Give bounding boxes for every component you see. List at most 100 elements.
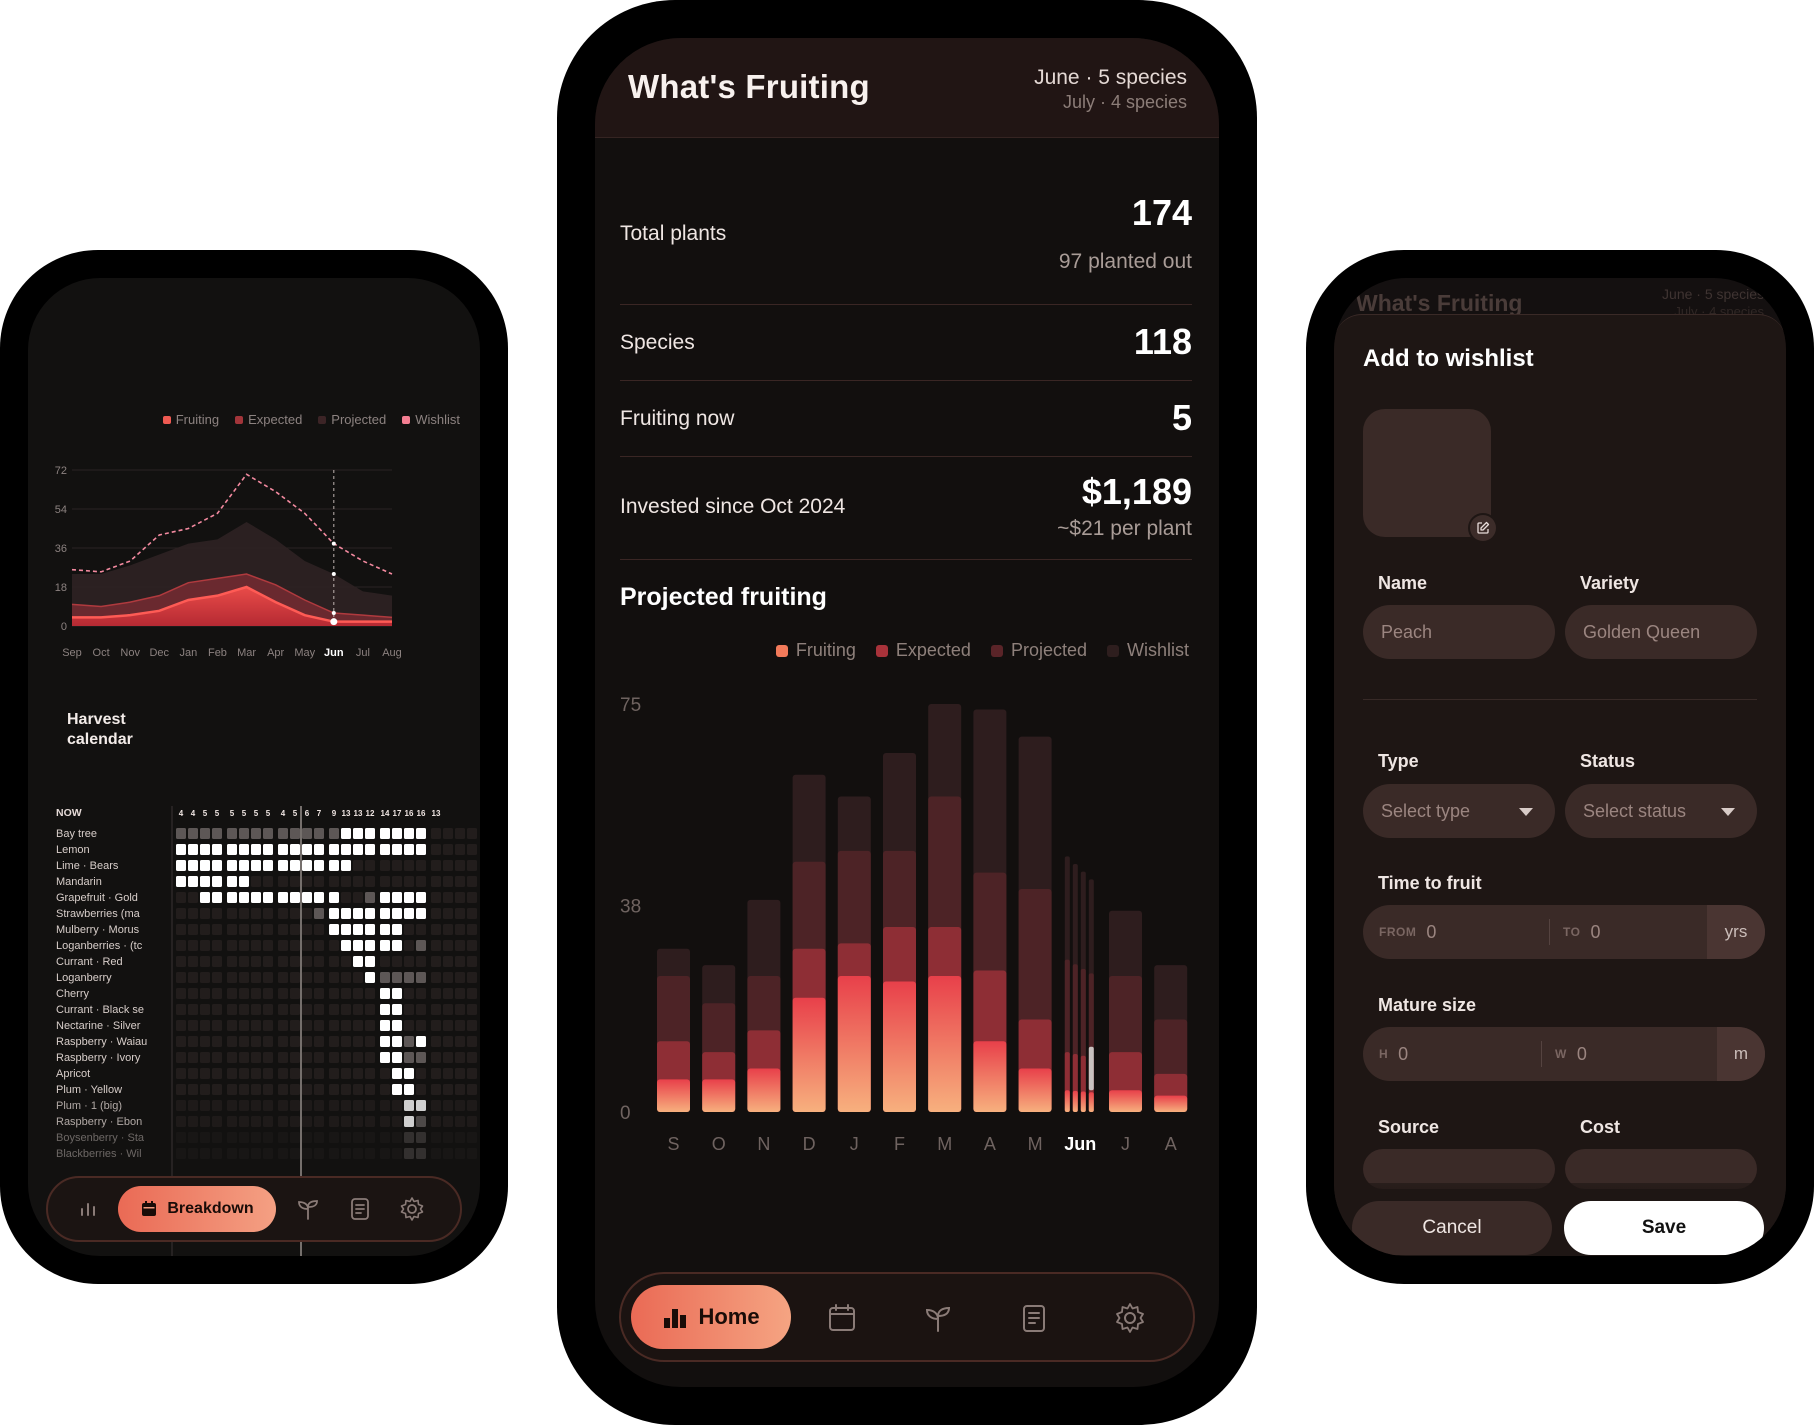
harvest-cell: [290, 1068, 300, 1079]
harvest-cell: [278, 988, 288, 999]
harvest-cell: [176, 1100, 186, 1111]
gear-icon[interactable]: [1113, 1301, 1147, 1335]
harvest-cell: [239, 1084, 249, 1095]
harvest-cell: [200, 1020, 210, 1031]
harvest-cell: [443, 908, 453, 919]
x-tick-label: J: [1121, 1134, 1130, 1154]
harvest-cell: [278, 1036, 288, 1047]
harvest-cell: [341, 892, 351, 903]
sprout-icon[interactable]: [294, 1195, 322, 1223]
edit-photo-button[interactable]: [1468, 513, 1498, 543]
height-input[interactable]: H 0: [1379, 1027, 1549, 1081]
breakdown-tab-label: Breakdown: [167, 1200, 254, 1217]
harvest-cell: [392, 1068, 402, 1079]
harvest-cell: [404, 1100, 414, 1111]
harvest-cell: [278, 940, 288, 951]
plant-label: Apricot: [56, 1068, 90, 1080]
harvest-cell: [329, 1020, 339, 1031]
harvest-cell: [227, 940, 237, 951]
harvest-cell: [455, 1100, 465, 1111]
calendar-icon: [142, 1201, 157, 1216]
calendar-icon[interactable]: [825, 1301, 859, 1335]
sheet-title: Add to wishlist: [1363, 345, 1534, 372]
chart-icon[interactable]: [74, 1195, 102, 1223]
bar-segment-fruiting: [1018, 1068, 1052, 1112]
name-input[interactable]: Peach: [1363, 605, 1555, 659]
harvest-cell: [227, 1068, 237, 1079]
harvest-cell: [176, 940, 186, 951]
bar-segment-fruiting: [747, 1068, 781, 1112]
gear-icon[interactable]: [398, 1195, 426, 1223]
harvest-cell: [467, 844, 477, 855]
home-tab[interactable]: Home: [631, 1285, 791, 1349]
notes-icon[interactable]: [1017, 1301, 1051, 1335]
right-phone: What's Fruiting June · 5 species July · …: [1306, 250, 1814, 1284]
harvest-cell: [212, 1020, 222, 1031]
harvest-cell: [227, 1132, 237, 1143]
harvest-cell: [263, 1068, 273, 1079]
x-tick-label: F: [894, 1134, 905, 1154]
harvest-cell: [416, 1116, 426, 1127]
variety-input[interactable]: Golden Queen: [1565, 605, 1757, 659]
bar-segment-fruiting: [928, 976, 962, 1112]
harvest-cell: [200, 844, 210, 855]
harvest-cell: [251, 972, 261, 983]
harvest-cell: [455, 860, 465, 871]
x-tick-label: S: [667, 1134, 679, 1154]
harvest-cell: [302, 1084, 312, 1095]
harvest-cell: [416, 1004, 426, 1015]
harvest-cell: [278, 1116, 288, 1127]
harvest-cell: [302, 908, 312, 919]
sprout-icon[interactable]: [921, 1301, 955, 1335]
breakdown-screen: Fruiting Expected Projected Wishlist 72 5…: [28, 278, 480, 1256]
harvest-cell: [431, 876, 441, 887]
from-years-input[interactable]: FROM 0: [1379, 905, 1549, 959]
harvest-cell: [314, 988, 324, 999]
plant-label: Cherry: [56, 988, 90, 1000]
background-current-month: June · 5 species: [1662, 286, 1764, 302]
harvest-cell: [212, 972, 222, 983]
harvest-cell: [329, 988, 339, 999]
plant-label: Currant · Black se: [56, 1004, 144, 1016]
status-select[interactable]: Select status: [1565, 784, 1757, 838]
bar-segment-fruiting: [1064, 1090, 1070, 1112]
type-select[interactable]: Select type: [1363, 784, 1555, 838]
harvest-cell: [353, 956, 363, 967]
harvest-cell: [416, 860, 426, 871]
harvest-cell: [353, 1116, 363, 1127]
harvest-cell: [302, 844, 312, 855]
harvest-cell: [329, 892, 339, 903]
harvest-cell: [404, 924, 414, 935]
cancel-button[interactable]: Cancel: [1352, 1201, 1552, 1255]
harvest-cell: [416, 940, 426, 951]
harvest-cell: [278, 972, 288, 983]
plant-label: Raspberry · Ebon: [56, 1116, 142, 1128]
harvest-cell: [263, 1148, 273, 1159]
harvest-cell: [404, 1036, 414, 1047]
harvest-cell: [200, 1084, 210, 1095]
harvest-cell: [392, 1020, 402, 1031]
harvest-cell: [227, 1116, 237, 1127]
harvest-cell: [212, 1052, 222, 1063]
harvest-cell: [176, 956, 186, 967]
harvest-cell: [443, 988, 453, 999]
width-input[interactable]: W 0: [1555, 1027, 1705, 1081]
harvest-cell: [227, 1084, 237, 1095]
harvest-cell: [239, 860, 249, 871]
harvest-cell: [227, 1148, 237, 1159]
current-week-marker: [1088, 1046, 1094, 1091]
notes-icon[interactable]: [346, 1195, 374, 1223]
harvest-cell: [365, 988, 375, 999]
mature-size-label: Mature size: [1378, 995, 1477, 1015]
type-select-value: Select type: [1381, 800, 1471, 821]
save-button[interactable]: Save: [1564, 1201, 1764, 1255]
plant-label: Lemon: [56, 844, 90, 856]
to-years-input[interactable]: TO 0: [1563, 905, 1703, 959]
breakdown-tab[interactable]: Breakdown: [118, 1186, 276, 1232]
harvest-cell: [200, 972, 210, 983]
harvest-cell: [212, 1100, 222, 1111]
harvest-cell: [404, 956, 414, 967]
harvest-cell: [263, 1020, 273, 1031]
harvest-cell: [443, 844, 453, 855]
harvest-cell: [392, 1100, 402, 1111]
